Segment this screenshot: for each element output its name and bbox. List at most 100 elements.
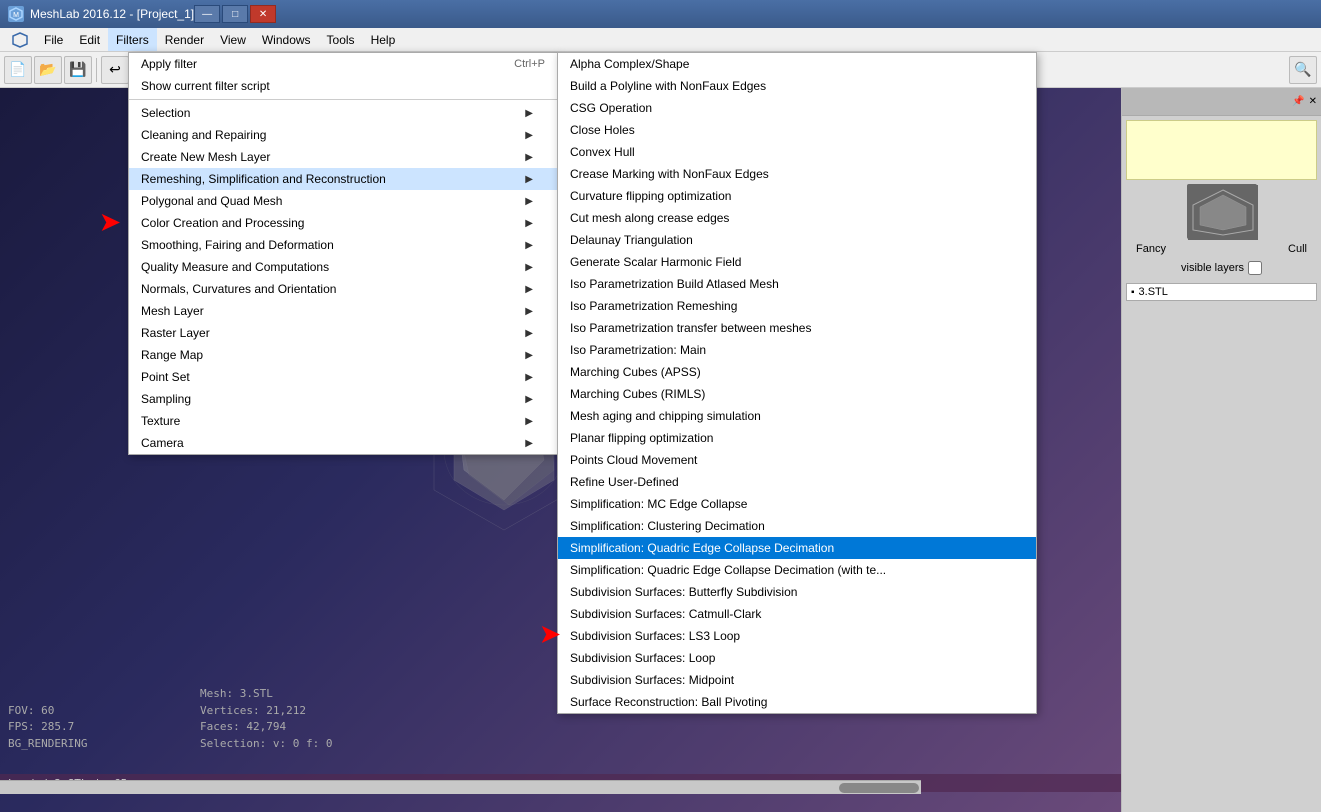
scrollbar-thumb[interactable] <box>839 783 919 793</box>
submenu-refine[interactable]: Refine User-Defined <box>558 471 1036 493</box>
menu-item-meshlab-icon[interactable] <box>4 28 36 51</box>
submenu-marching-apss[interactable]: Marching Cubes (APSS) <box>558 361 1036 383</box>
submenu-midpoint[interactable]: Subdivision Surfaces: Midpoint <box>558 669 1036 691</box>
menu-polygonal[interactable]: Polygonal and Quad Mesh ▶ <box>129 190 557 212</box>
submenu-catmull[interactable]: Subdivision Surfaces: Catmull-Clark <box>558 603 1036 625</box>
menu-show-filter-script[interactable]: Show current filter script <box>129 75 557 97</box>
maximize-button[interactable]: □ <box>222 5 248 23</box>
submenu-points-cloud[interactable]: Points Cloud Movement <box>558 449 1036 471</box>
submenu-generate-scalar[interactable]: Generate Scalar Harmonic Field <box>558 251 1036 273</box>
arrow-icon-selection: ▶ <box>525 108 533 119</box>
render-labels: Fancy Cull <box>1126 243 1317 255</box>
submenu-close-holes[interactable]: Close Holes <box>558 119 1036 141</box>
menu-create-mesh[interactable]: Create New Mesh Layer ▶ <box>129 146 557 168</box>
submenu-quadric-with-tex[interactable]: Simplification: Quadric Edge Collapse De… <box>558 559 1036 581</box>
submenu-butterfly[interactable]: Subdivision Surfaces: Butterfly Subdivis… <box>558 581 1036 603</box>
panel-pin-icon[interactable]: 📌 <box>1292 96 1304 107</box>
menu-range-map[interactable]: Range Map ▶ <box>129 344 557 366</box>
menu-selection[interactable]: Selection ▶ <box>129 102 557 124</box>
submenu-cut-mesh[interactable]: Cut mesh along crease edges <box>558 207 1036 229</box>
submenu-crease-marking[interactable]: Crease Marking with NonFaux Edges <box>558 163 1036 185</box>
menu-camera[interactable]: Camera ▶ <box>129 432 557 454</box>
arrow-icon-camera: ▶ <box>525 438 533 449</box>
menu-quality[interactable]: Quality Measure and Computations ▶ <box>129 256 557 278</box>
layer-list: ▪ 3.STL <box>1126 283 1317 301</box>
rendering-info: BG_RENDERING <box>8 736 87 753</box>
menu-point-set[interactable]: Point Set ▶ <box>129 366 557 388</box>
menu-filters[interactable]: Filters <box>108 28 157 51</box>
fov-info: FOV: 60 <box>8 703 87 720</box>
submenu-ball-pivoting[interactable]: Surface Reconstruction: Ball Pivoting <box>558 691 1036 713</box>
arrow-icon-point-set: ▶ <box>525 372 533 383</box>
app-icon: M <box>8 6 24 22</box>
red-arrow-quadric: ➤ <box>540 620 560 649</box>
toolbar-undo[interactable]: ↩ <box>101 56 129 84</box>
toolbar-new[interactable]: 📄 <box>4 56 32 84</box>
submenu-marching-rimls[interactable]: Marching Cubes (RIMLS) <box>558 383 1036 405</box>
vertices-info: Vertices: 21,212 <box>200 703 332 720</box>
visible-layers-row: visible layers <box>1181 261 1262 275</box>
panel-close-icon[interactable]: ✕ <box>1309 96 1317 107</box>
toolbar-save[interactable]: 💾 <box>64 56 92 84</box>
submenu-mesh-aging[interactable]: Mesh aging and chipping simulation <box>558 405 1036 427</box>
submenu-iso-transfer[interactable]: Iso Parametrization transfer between mes… <box>558 317 1036 339</box>
menu-mesh-layer[interactable]: Mesh Layer ▶ <box>129 300 557 322</box>
menu-view[interactable]: View <box>212 28 254 51</box>
submenu-delaunay[interactable]: Delaunay Triangulation <box>558 229 1036 251</box>
toolbar-open[interactable]: 📂 <box>34 56 62 84</box>
menu-apply-filter[interactable]: Apply filter Ctrl+P <box>129 53 557 75</box>
faces-info: Faces: 42,794 <box>200 719 332 736</box>
arrow-icon-cleaning: ▶ <box>525 130 533 141</box>
mesh-name: Mesh: 3.STL <box>200 686 332 703</box>
submenu-build-polyline[interactable]: Build a Polyline with NonFaux Edges <box>558 75 1036 97</box>
arrow-icon-range-map: ▶ <box>525 350 533 361</box>
arrow-icon-mesh-layer: ▶ <box>525 306 533 317</box>
horizontal-scrollbar[interactable] <box>0 780 921 794</box>
visible-layers-label: visible layers <box>1181 262 1244 274</box>
submenu-planar-flip[interactable]: Planar flipping optimization <box>558 427 1036 449</box>
filters-menu: Apply filter Ctrl+P Show current filter … <box>128 52 558 455</box>
close-button[interactable]: ✕ <box>250 5 276 23</box>
menu-edit[interactable]: Edit <box>71 28 108 51</box>
fancy-label: Fancy <box>1136 243 1166 255</box>
submenu-curvature-flip[interactable]: Curvature flipping optimization <box>558 185 1036 207</box>
right-panel-header: 📌 ✕ <box>1122 88 1321 116</box>
apply-filter-label: Apply filter <box>141 57 197 71</box>
submenu-quadric[interactable]: Simplification: Quadric Edge Collapse De… <box>558 537 1036 559</box>
fps-info: FPS: 285.7 <box>8 719 87 736</box>
menu-file[interactable]: File <box>36 28 71 51</box>
visible-layers-checkbox[interactable] <box>1248 261 1262 275</box>
submenu-convex-hull[interactable]: Convex Hull <box>558 141 1036 163</box>
submenu-clustering[interactable]: Simplification: Clustering Decimation <box>558 515 1036 537</box>
submenu-alpha-complex[interactable]: Alpha Complex/Shape <box>558 53 1036 75</box>
menu-render[interactable]: Render <box>157 28 212 51</box>
red-arrow-remeshing: ➤ <box>100 208 120 237</box>
right-panel-content: Fancy Cull visible layers ▪ 3.STL <box>1122 116 1321 812</box>
menu-raster-layer[interactable]: Raster Layer ▶ <box>129 322 557 344</box>
toolbar-search[interactable]: 🔍 <box>1289 56 1317 84</box>
arrow-icon-create-mesh: ▶ <box>525 152 533 163</box>
menu-sampling[interactable]: Sampling ▶ <box>129 388 557 410</box>
submenu-iso-main[interactable]: Iso Parametrization: Main <box>558 339 1036 361</box>
submenu-loop[interactable]: Subdivision Surfaces: Loop <box>558 647 1036 669</box>
layer-item-1[interactable]: ▪ 3.STL <box>1126 283 1317 301</box>
menu-normals[interactable]: Normals, Curvatures and Orientation ▶ <box>129 278 557 300</box>
minimize-button[interactable]: — <box>194 5 220 23</box>
menu-bar: File Edit Filters Render View Windows To… <box>0 28 1321 52</box>
menu-windows[interactable]: Windows <box>254 28 319 51</box>
right-panel: 📌 ✕ Fancy Cull visi <box>1121 88 1321 812</box>
menu-help[interactable]: Help <box>363 28 404 51</box>
selection-info: Selection: v: 0 f: 0 <box>200 736 332 753</box>
submenu-csg[interactable]: CSG Operation <box>558 97 1036 119</box>
menu-smoothing[interactable]: Smoothing, Fairing and Deformation ▶ <box>129 234 557 256</box>
menu-tools[interactable]: Tools <box>319 28 363 51</box>
menu-remeshing[interactable]: Remeshing, Simplification and Reconstruc… <box>129 168 557 190</box>
menu-cleaning[interactable]: Cleaning and Repairing ▶ <box>129 124 557 146</box>
submenu-iso-remesh[interactable]: Iso Parametrization Remeshing <box>558 295 1036 317</box>
menu-texture[interactable]: Texture ▶ <box>129 410 557 432</box>
show-filter-script-label: Show current filter script <box>141 79 270 93</box>
menu-color[interactable]: Color Creation and Processing ▶ <box>129 212 557 234</box>
submenu-ls3-loop[interactable]: Subdivision Surfaces: LS3 Loop <box>558 625 1036 647</box>
submenu-mc-edge[interactable]: Simplification: MC Edge Collapse <box>558 493 1036 515</box>
submenu-iso-build[interactable]: Iso Parametrization Build Atlased Mesh <box>558 273 1036 295</box>
